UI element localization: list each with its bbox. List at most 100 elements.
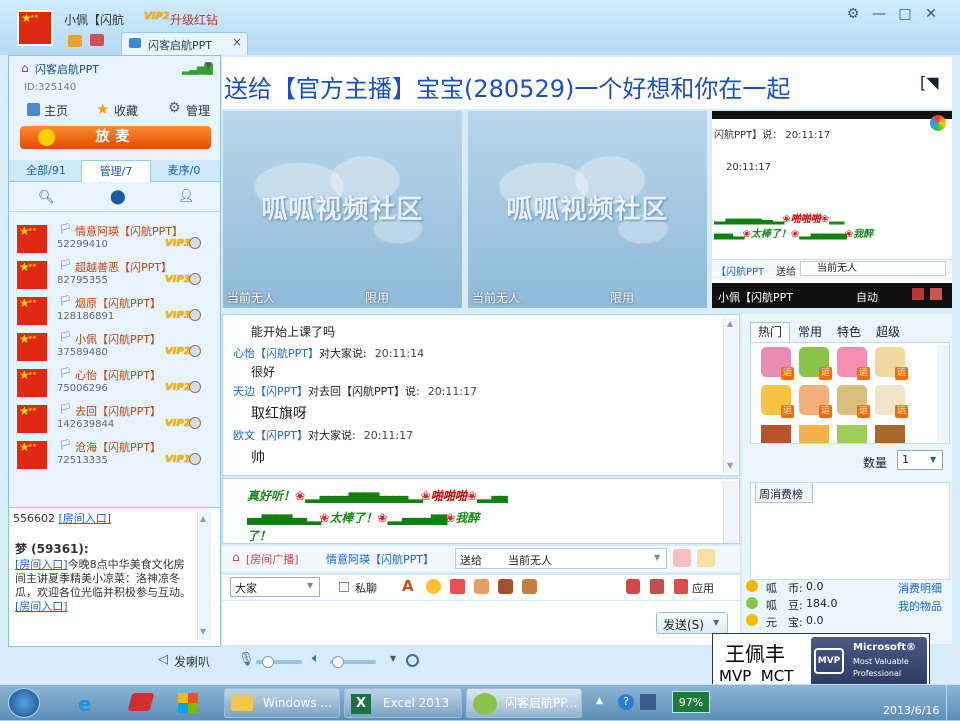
broadcast-user[interactable]: 情意阿瑛【闪航PPT】: [326, 551, 434, 567]
member-row[interactable]: 🏳 情意阿瑛【闪航PPT】 52299410 VIP3: [15, 222, 215, 258]
camera-icon[interactable]: [189, 381, 201, 393]
items-link[interactable]: 我的物品: [898, 598, 942, 614]
gift-box-icon[interactable]: [912, 288, 924, 300]
member-row[interactable]: 🏳 沧海【闪航PPT】 72513335 VIP1: [15, 438, 215, 474]
hammer-icon[interactable]: [498, 579, 513, 594]
broadcast-target-select[interactable]: 送给 当前无人 ▼: [455, 548, 667, 569]
show-desktop-button[interactable]: [946, 685, 960, 721]
tool-icon[interactable]: [930, 288, 942, 300]
taskbar-item-explorer[interactable]: Windows ...: [224, 688, 340, 718]
camera-icon[interactable]: [189, 237, 201, 249]
taskbar-item-excel[interactable]: X Excel 2013: [344, 688, 462, 718]
tray-expand-icon[interactable]: ▲: [596, 696, 603, 706]
add-user-icon[interactable]: 👤︎: [178, 189, 195, 204]
chat-sender[interactable]: 天边【闪PPT】: [233, 385, 308, 398]
hand-icon[interactable]: [474, 579, 489, 594]
close-button[interactable]: ✕: [919, 6, 943, 23]
speaker-icon[interactable]: ◁: [158, 652, 168, 667]
notice-scrollbar[interactable]: ▲ ▼: [197, 512, 211, 640]
video-mode[interactable]: 限用: [610, 289, 634, 306]
favorite-button[interactable]: 收藏: [114, 102, 138, 119]
camera-icon[interactable]: [189, 273, 201, 285]
notice-link-1[interactable]: [房间入口]: [15, 558, 68, 571]
gift-item-icon[interactable]: [761, 347, 794, 380]
tab-special[interactable]: 特色: [837, 323, 861, 340]
gift-item-icon[interactable]: [837, 425, 867, 443]
location-icon[interactable]: ⬤: [110, 189, 126, 205]
member-row[interactable]: 🏳 烟原【闪航PPT】 128186891 VIP3: [15, 294, 215, 330]
smiley-icon[interactable]: [426, 579, 441, 594]
tab-common[interactable]: 常用: [798, 323, 822, 340]
mail-icon[interactable]: [90, 34, 104, 46]
member-row[interactable]: 🏳 心怡【闪航PPT】 75006296 VIP2: [15, 366, 215, 402]
video-panel[interactable]: 呱呱视频社区 当前无人 限用: [468, 111, 707, 308]
private-checkbox[interactable]: [339, 582, 349, 592]
gift-item-icon[interactable]: [799, 385, 832, 418]
notice-top-link[interactable]: [房间入口]: [59, 512, 112, 525]
scroll-up-icon[interactable]: ▲: [727, 319, 733, 328]
gift-item-icon[interactable]: [761, 425, 791, 443]
broom-icon[interactable]: [522, 579, 537, 594]
gift-item-icon[interactable]: [875, 347, 908, 380]
chat-sender[interactable]: 心怡【闪航PPT】: [233, 347, 319, 360]
scroll-up-icon[interactable]: ▲: [200, 514, 206, 523]
mini-auto[interactable]: 自动: [856, 289, 878, 305]
apply-button[interactable]: 应用: [692, 580, 714, 596]
weekly-tab[interactable]: 周消费榜: [759, 486, 803, 502]
camera-icon[interactable]: [189, 417, 201, 429]
tab-room[interactable]: 闪客启航PPT ×: [121, 32, 248, 55]
marquee-scroll-icon[interactable]: [◥: [920, 73, 939, 92]
speaker-volume-slider[interactable]: [330, 656, 376, 668]
calendar-icon[interactable]: [650, 579, 664, 594]
gift-item-icon[interactable]: [761, 385, 794, 418]
microphone-icon[interactable]: 🎙︎: [238, 652, 255, 667]
chevron-down-icon[interactable]: ▼: [930, 455, 936, 464]
mini-target-select[interactable]: 当前无人: [800, 261, 946, 276]
broadcast-label[interactable]: [房间广播]: [246, 551, 299, 567]
video-panel[interactable]: 呱呱视频社区 当前无人 限用: [223, 111, 462, 308]
taskbar-item-room[interactable]: 闪客启航PP...: [466, 688, 582, 718]
volume-icon[interactable]: 🔈︎: [312, 651, 320, 666]
ie-icon[interactable]: e: [78, 692, 92, 716]
chevron-down-icon[interactable]: ▼: [307, 581, 313, 590]
battery-indicator[interactable]: 97%: [672, 691, 710, 713]
detail-link[interactable]: 消费明细: [898, 580, 942, 596]
chevron-down-icon[interactable]: ▼: [713, 618, 719, 627]
slider-handle[interactable]: [262, 656, 274, 668]
tab-admin[interactable]: 管理/7: [81, 160, 151, 182]
gift-item-icon[interactable]: [799, 347, 832, 380]
gift-item-icon[interactable]: [875, 425, 905, 443]
close-tab-icon[interactable]: ×: [232, 35, 242, 49]
chevron-down-icon[interactable]: ▼: [390, 654, 396, 663]
gift-icon[interactable]: [450, 579, 465, 594]
rose-icon[interactable]: [626, 579, 640, 594]
scroll-down-icon[interactable]: ▼: [727, 461, 733, 470]
maximize-button[interactable]: □: [893, 6, 917, 23]
bag-icon[interactable]: [68, 35, 82, 47]
slider-handle[interactable]: [332, 656, 344, 668]
member-row[interactable]: 🏳 小佩【闪航PPT】 37589480 VIP2: [15, 330, 215, 366]
chat-scrollbar[interactable]: ▲ ▼: [723, 317, 738, 473]
font-icon[interactable]: A: [402, 577, 414, 595]
gift-item-icon[interactable]: [799, 425, 829, 443]
tab-hot[interactable]: 热门: [758, 323, 782, 340]
flower-gift-icon[interactable]: [673, 549, 691, 567]
gift-scrollbar[interactable]: [937, 345, 949, 441]
user-avatar[interactable]: [17, 10, 53, 46]
network-icon[interactable]: [640, 694, 656, 710]
camera-icon[interactable]: [189, 345, 201, 357]
search-icon[interactable]: 🔍︎: [38, 190, 55, 205]
start-button[interactable]: [8, 688, 40, 718]
scroll-down-icon[interactable]: ▼: [200, 627, 206, 636]
gift-item-icon[interactable]: [837, 347, 870, 380]
banner-scrollbar[interactable]: [723, 481, 738, 543]
fangmai-button[interactable]: 放麦: [20, 126, 211, 149]
upgrade-link[interactable]: 升级红钻: [170, 11, 218, 28]
tab-super[interactable]: 超级: [876, 323, 900, 340]
camera-icon[interactable]: [189, 309, 201, 321]
camera-icon[interactable]: [189, 453, 201, 465]
minimize-button[interactable]: —: [867, 6, 891, 23]
record-icon[interactable]: [406, 654, 419, 667]
gift-basket-icon[interactable]: [697, 549, 715, 567]
tab-all[interactable]: 全部/91: [11, 160, 81, 182]
